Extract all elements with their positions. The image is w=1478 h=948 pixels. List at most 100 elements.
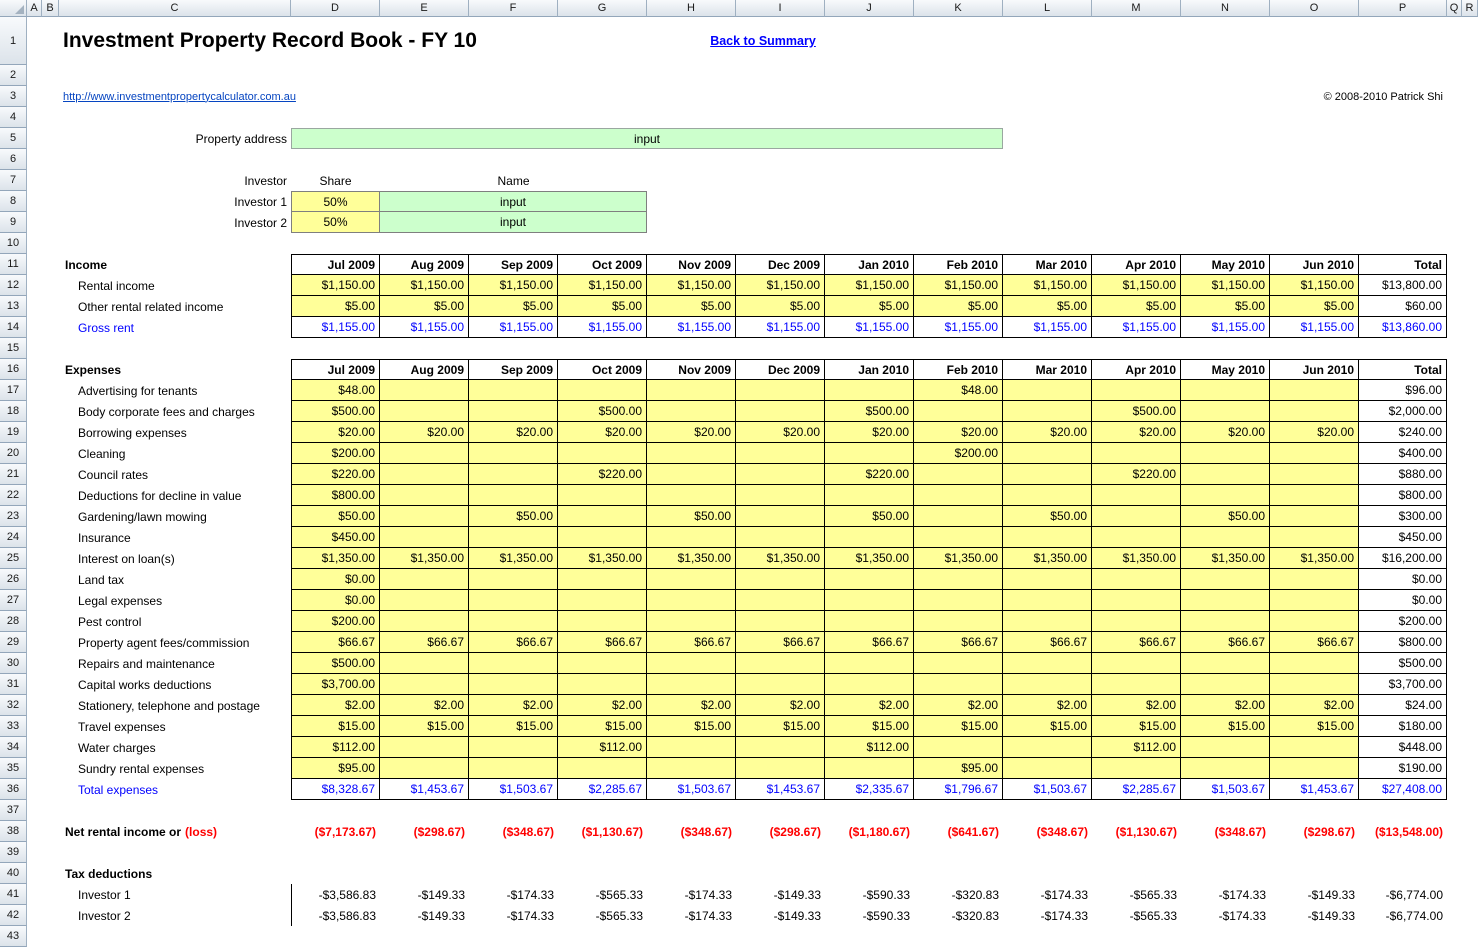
borrowing-expenses-total[interactable]: $240.00 xyxy=(1359,422,1447,443)
travel-expenses-cell-nov-2009[interactable]: $15.00 xyxy=(647,716,736,737)
gross-rent-total[interactable]: $13,860.00 xyxy=(1359,317,1447,338)
sundry-rental-expenses-cell-feb-2010[interactable]: $95.00 xyxy=(914,758,1003,779)
legal-expenses-cell-aug-2009[interactable] xyxy=(380,590,469,611)
travel-expenses-cell-jan-2010[interactable]: $15.00 xyxy=(825,716,914,737)
gross-rent-cell-mar-2010[interactable]: $1,155.00 xyxy=(1003,317,1092,338)
insurance-cell-apr-2010[interactable] xyxy=(1092,527,1181,548)
deductions-for-decline-in-value-cell-oct-2009[interactable] xyxy=(558,485,647,506)
deductions-for-decline-in-value-cell-dec-2009[interactable] xyxy=(736,485,825,506)
tax-investor-2-cell-aug-2009[interactable]: -$149.33 xyxy=(380,905,469,926)
stationery-telephone-and-postage-cell-nov-2009[interactable]: $2.00 xyxy=(647,695,736,716)
deductions-for-decline-in-value-cell-aug-2009[interactable] xyxy=(380,485,469,506)
advertising-for-tenants-cell-nov-2009[interactable] xyxy=(647,380,736,401)
tax-investor-1-cell-feb-2010[interactable]: -$320.83 xyxy=(914,884,1003,905)
land-tax-cell-aug-2009[interactable] xyxy=(380,569,469,590)
body-corporate-fees-and-charges-cell-oct-2009[interactable]: $500.00 xyxy=(558,401,647,422)
repairs-and-maintenance-cell-jun-2010[interactable] xyxy=(1270,653,1359,674)
insurance-cell-jan-2010[interactable] xyxy=(825,527,914,548)
capital-works-deductions-total[interactable]: $3,700.00 xyxy=(1359,674,1447,695)
net-loss-cell-mar-2010[interactable]: ($348.67) xyxy=(1003,821,1092,842)
pest-control-cell-jun-2010[interactable] xyxy=(1270,611,1359,632)
council-rates-cell-sep-2009[interactable] xyxy=(469,464,558,485)
investor-1-share-input[interactable]: 50% xyxy=(291,191,380,212)
stationery-telephone-and-postage-cell-oct-2009[interactable]: $2.00 xyxy=(558,695,647,716)
gross-rent-cell-apr-2010[interactable]: $1,155.00 xyxy=(1092,317,1181,338)
borrowing-expenses-cell-oct-2009[interactable]: $20.00 xyxy=(558,422,647,443)
pest-control-cell-mar-2010[interactable] xyxy=(1003,611,1092,632)
tax-investor-1-cell-sep-2009[interactable]: -$174.33 xyxy=(469,884,558,905)
other-rental-related-income-cell-apr-2010[interactable]: $5.00 xyxy=(1092,296,1181,317)
row-header-32[interactable]: 32 xyxy=(0,695,27,716)
deductions-for-decline-in-value-cell-jul-2009[interactable]: $800.00 xyxy=(291,485,380,506)
water-charges-cell-sep-2009[interactable] xyxy=(469,737,558,758)
interest-on-loan-s-cell-dec-2009[interactable]: $1,350.00 xyxy=(736,548,825,569)
pest-control-cell-sep-2009[interactable] xyxy=(469,611,558,632)
advertising-for-tenants-total[interactable]: $96.00 xyxy=(1359,380,1447,401)
interest-on-loan-s-cell-apr-2010[interactable]: $1,350.00 xyxy=(1092,548,1181,569)
insurance-cell-mar-2010[interactable] xyxy=(1003,527,1092,548)
pest-control-cell-feb-2010[interactable] xyxy=(914,611,1003,632)
total-expenses-cell-oct-2009[interactable]: $2,285.67 xyxy=(558,779,647,800)
gardening-lawn-mowing-cell-feb-2010[interactable] xyxy=(914,506,1003,527)
cleaning-cell-mar-2010[interactable] xyxy=(1003,443,1092,464)
interest-on-loan-s-cell-feb-2010[interactable]: $1,350.00 xyxy=(914,548,1003,569)
capital-works-deductions-cell-jun-2010[interactable] xyxy=(1270,674,1359,695)
sundry-rental-expenses-cell-mar-2010[interactable] xyxy=(1003,758,1092,779)
row-header-10[interactable]: 10 xyxy=(0,233,27,254)
cleaning-cell-oct-2009[interactable] xyxy=(558,443,647,464)
borrowing-expenses-cell-sep-2009[interactable]: $20.00 xyxy=(469,422,558,443)
net-loss-cell-aug-2009[interactable]: ($298.67) xyxy=(380,821,469,842)
row-header-28[interactable]: 28 xyxy=(0,611,27,632)
interest-on-loan-s-cell-jan-2010[interactable]: $1,350.00 xyxy=(825,548,914,569)
other-rental-related-income-cell-jun-2010[interactable]: $5.00 xyxy=(1270,296,1359,317)
sundry-rental-expenses-cell-oct-2009[interactable] xyxy=(558,758,647,779)
body-corporate-fees-and-charges-cell-nov-2009[interactable] xyxy=(647,401,736,422)
legal-expenses-cell-nov-2009[interactable] xyxy=(647,590,736,611)
total-expenses-cell-mar-2010[interactable]: $1,503.67 xyxy=(1003,779,1092,800)
capital-works-deductions-cell-sep-2009[interactable] xyxy=(469,674,558,695)
repairs-and-maintenance-cell-jan-2010[interactable] xyxy=(825,653,914,674)
other-rental-related-income-cell-nov-2009[interactable]: $5.00 xyxy=(647,296,736,317)
other-rental-related-income-cell-oct-2009[interactable]: $5.00 xyxy=(558,296,647,317)
travel-expenses-total[interactable]: $180.00 xyxy=(1359,716,1447,737)
insurance-cell-jun-2010[interactable] xyxy=(1270,527,1359,548)
water-charges-cell-jan-2010[interactable]: $112.00 xyxy=(825,737,914,758)
gardening-lawn-mowing-cell-dec-2009[interactable] xyxy=(736,506,825,527)
row-header-6[interactable]: 6 xyxy=(0,149,27,170)
property-agent-fees-commission-cell-oct-2009[interactable]: $66.67 xyxy=(558,632,647,653)
insurance-cell-may-2010[interactable] xyxy=(1181,527,1270,548)
legal-expenses-cell-sep-2009[interactable] xyxy=(469,590,558,611)
property-agent-fees-commission-cell-may-2010[interactable]: $66.67 xyxy=(1181,632,1270,653)
pest-control-cell-jul-2009[interactable]: $200.00 xyxy=(291,611,380,632)
total-expenses-cell-jul-2009[interactable]: $8,328.67 xyxy=(291,779,380,800)
property-agent-fees-commission-cell-dec-2009[interactable]: $66.67 xyxy=(736,632,825,653)
row-header-33[interactable]: 33 xyxy=(0,716,27,737)
body-corporate-fees-and-charges-cell-jul-2009[interactable]: $500.00 xyxy=(291,401,380,422)
row-header-35[interactable]: 35 xyxy=(0,758,27,779)
borrowing-expenses-cell-dec-2009[interactable]: $20.00 xyxy=(736,422,825,443)
water-charges-cell-aug-2009[interactable] xyxy=(380,737,469,758)
column-header-D[interactable]: D xyxy=(291,0,380,17)
body-corporate-fees-and-charges-cell-dec-2009[interactable] xyxy=(736,401,825,422)
travel-expenses-cell-sep-2009[interactable]: $15.00 xyxy=(469,716,558,737)
insurance-cell-aug-2009[interactable] xyxy=(380,527,469,548)
tax-investor-2-cell-apr-2010[interactable]: -$565.33 xyxy=(1092,905,1181,926)
column-header-F[interactable]: F xyxy=(469,0,558,17)
net-loss-cell-jan-2010[interactable]: ($1,180.67) xyxy=(825,821,914,842)
net-loss-cell-apr-2010[interactable]: ($1,130.67) xyxy=(1092,821,1181,842)
row-header-15[interactable]: 15 xyxy=(0,338,27,359)
gardening-lawn-mowing-cell-sep-2009[interactable]: $50.00 xyxy=(469,506,558,527)
other-rental-related-income-cell-jul-2009[interactable]: $5.00 xyxy=(291,296,380,317)
column-header-C[interactable]: C xyxy=(59,0,291,17)
council-rates-cell-dec-2009[interactable] xyxy=(736,464,825,485)
gardening-lawn-mowing-total[interactable]: $300.00 xyxy=(1359,506,1447,527)
stationery-telephone-and-postage-cell-aug-2009[interactable]: $2.00 xyxy=(380,695,469,716)
row-header-23[interactable]: 23 xyxy=(0,506,27,527)
advertising-for-tenants-cell-jul-2009[interactable]: $48.00 xyxy=(291,380,380,401)
total-expenses-cell-jun-2010[interactable]: $1,453.67 xyxy=(1270,779,1359,800)
row-header-24[interactable]: 24 xyxy=(0,527,27,548)
row-header-3[interactable]: 3 xyxy=(0,86,27,107)
investor-1-name-input[interactable]: input xyxy=(380,191,647,212)
cleaning-cell-jun-2010[interactable] xyxy=(1270,443,1359,464)
capital-works-deductions-cell-apr-2010[interactable] xyxy=(1092,674,1181,695)
